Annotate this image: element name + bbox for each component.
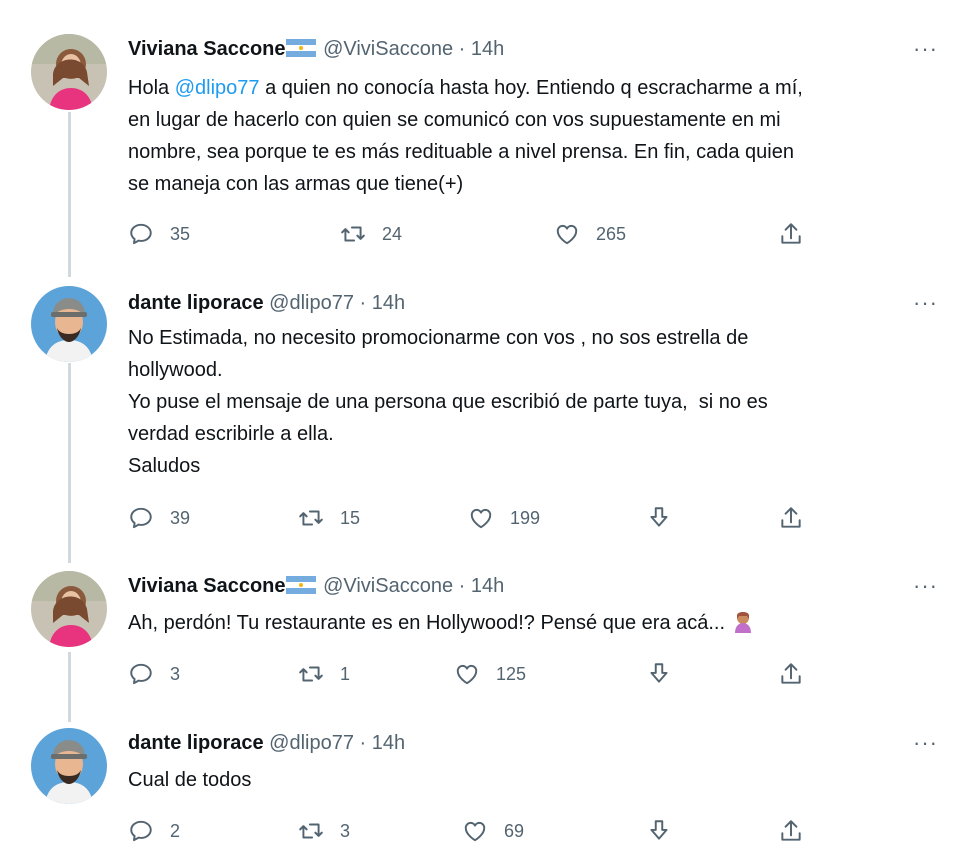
tweet-header: dante liporace @dlipo77 · 14h — [128, 732, 405, 755]
separator: · — [353, 732, 372, 754]
avatar[interactable] — [31, 571, 107, 647]
like-count: 265 — [596, 223, 627, 244]
tweet-text: Ah, perdón! Tu restaurante es en Hollywo… — [128, 607, 938, 639]
person-shrugging-emoji-icon — [731, 609, 755, 633]
user-handle[interactable]: @ViviSaccone — [323, 575, 453, 597]
share-icon — [778, 661, 804, 687]
tweet-text-content: Ah, perdón! Tu restaurante es en Hollywo… — [128, 612, 726, 634]
tweet[interactable]: dante liporace @dlipo77 · 14h ··· Cual d… — [0, 720, 970, 858]
like-count: 199 — [510, 507, 541, 528]
argentina-flag-icon — [286, 39, 316, 57]
share-button[interactable] — [778, 818, 820, 844]
downvote-button[interactable] — [646, 505, 688, 531]
share-icon — [778, 818, 804, 844]
reply-button[interactable]: 3 — [128, 661, 190, 687]
reply-icon — [128, 661, 154, 687]
retweet-button[interactable]: 1 — [298, 661, 360, 687]
more-options-icon[interactable]: ··· — [913, 573, 938, 599]
reply-icon — [128, 818, 154, 844]
share-button[interactable] — [778, 505, 820, 531]
tweet-text: No Estimada, no necesito promocionarme c… — [128, 327, 768, 477]
tweet-text-prefix: Hola — [128, 77, 175, 99]
retweet-button[interactable]: 15 — [298, 505, 360, 531]
user-handle[interactable]: @ViviSaccone — [323, 38, 453, 60]
mention-link[interactable]: @dlipo77 — [175, 77, 260, 99]
downvote-icon — [646, 818, 672, 844]
more-options-icon[interactable]: ··· — [913, 290, 938, 316]
reply-count: 35 — [170, 223, 191, 244]
retweet-count: 15 — [340, 507, 361, 528]
downvote-button[interactable] — [646, 818, 688, 844]
tweet-text: Hola @dlipo77 a quien no conocía hasta h… — [128, 72, 938, 200]
heart-icon — [554, 221, 580, 247]
retweet-count: 1 — [340, 663, 351, 684]
reply-icon — [128, 505, 154, 531]
avatar[interactable] — [31, 286, 107, 362]
tweet[interactable]: dante liporace @dlipo77 · 14h ··· No Est… — [0, 280, 970, 565]
timestamp[interactable]: 14h — [471, 38, 504, 60]
display-name[interactable]: dante liporace — [128, 292, 264, 314]
reply-count: 2 — [170, 820, 181, 841]
display-name[interactable]: dante liporace — [128, 732, 264, 754]
timestamp[interactable]: 14h — [372, 292, 405, 314]
retweet-count: 3 — [340, 820, 351, 841]
reply-count: 3 — [170, 663, 181, 684]
heart-icon — [454, 661, 480, 687]
tweet-header: Viviana Saccone @ViviSaccone · 14h — [128, 38, 504, 61]
timestamp[interactable]: 14h — [372, 732, 405, 754]
retweet-icon — [340, 221, 366, 247]
retweet-button[interactable]: 3 — [298, 818, 360, 844]
downvote-button[interactable] — [646, 661, 688, 687]
retweet-button[interactable]: 24 — [340, 221, 402, 247]
tweet-text: Cual de todos — [128, 769, 252, 791]
display-name[interactable]: Viviana Saccone — [128, 575, 286, 597]
tweet-header: dante liporace @dlipo77 · 14h — [128, 292, 405, 315]
like-count: 69 — [504, 820, 525, 841]
timestamp[interactable]: 14h — [471, 575, 504, 597]
like-button[interactable]: 125 — [454, 661, 526, 687]
tweet[interactable]: Viviana Saccone @ViviSaccone · 14h ··· H… — [0, 0, 970, 280]
downvote-icon — [646, 661, 672, 687]
user-handle[interactable]: @dlipo77 — [269, 292, 354, 314]
share-button[interactable] — [778, 221, 820, 247]
avatar[interactable] — [31, 728, 107, 804]
share-button[interactable] — [778, 661, 820, 687]
retweet-count: 24 — [382, 223, 403, 244]
retweet-icon — [298, 818, 324, 844]
reply-button[interactable]: 2 — [128, 818, 190, 844]
more-options-icon[interactable]: ··· — [913, 730, 938, 756]
separator: · — [453, 575, 471, 597]
separator: · — [453, 38, 471, 60]
user-handle[interactable]: @dlipo77 — [269, 732, 354, 754]
heart-icon — [468, 505, 494, 531]
reply-count: 39 — [170, 507, 191, 528]
display-name[interactable]: Viviana Saccone — [128, 38, 286, 60]
heart-icon — [462, 818, 488, 844]
reply-button[interactable]: 39 — [128, 505, 190, 531]
avatar[interactable] — [31, 34, 107, 110]
retweet-icon — [298, 661, 324, 687]
like-button[interactable]: 265 — [554, 221, 626, 247]
like-button[interactable]: 69 — [462, 818, 524, 844]
share-icon — [778, 505, 804, 531]
like-count: 125 — [496, 663, 527, 684]
separator: · — [353, 292, 372, 314]
share-icon — [778, 221, 804, 247]
reply-button[interactable]: 35 — [128, 221, 190, 247]
tweet-header: Viviana Saccone @ViviSaccone · 14h — [128, 575, 504, 598]
downvote-icon — [646, 505, 672, 531]
argentina-flag-icon — [286, 576, 316, 594]
more-options-icon[interactable]: ··· — [913, 36, 938, 62]
reply-icon — [128, 221, 154, 247]
retweet-icon — [298, 505, 324, 531]
tweet[interactable]: Viviana Saccone @ViviSaccone · 14h ··· A… — [0, 565, 970, 720]
like-button[interactable]: 199 — [468, 505, 540, 531]
